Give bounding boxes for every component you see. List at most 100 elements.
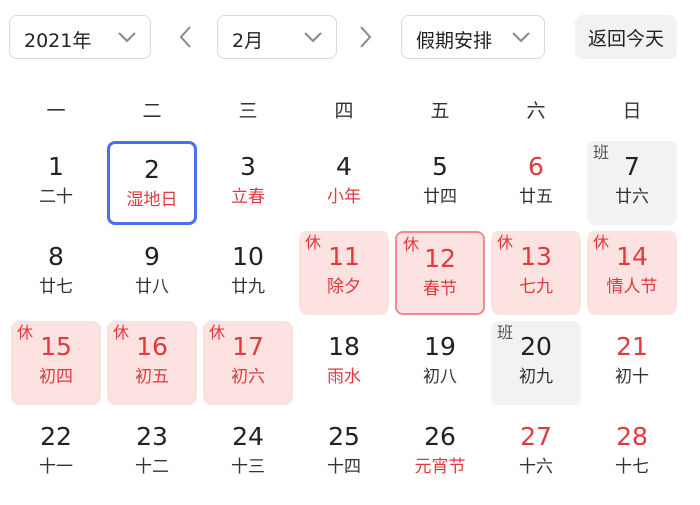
weekday-label: 一 [46,100,66,122]
holiday-mode-select[interactable]: 假期安排 [401,15,545,59]
day-cell[interactable]: 休 15 初四 [11,321,101,405]
lunar-label: 初十 [615,367,649,387]
day-cell[interactable]: 25 十四 [299,411,389,495]
weekday-label: 三 [238,100,258,122]
day-number: 2 [144,155,160,184]
day-cell[interactable]: 23 十二 [107,411,197,495]
prev-month-icon[interactable] [171,22,201,52]
lunar-label: 元宵节 [414,457,466,477]
lunar-label: 立春 [231,187,265,207]
lunar-label: 湿地日 [126,190,178,210]
lunar-label: 廿九 [231,277,265,297]
day-number: 26 [424,422,456,451]
day-cell[interactable]: 21 初十 [587,321,677,405]
lunar-label: 雨水 [327,367,361,387]
day-number: 18 [328,332,360,361]
lunar-label: 十六 [519,457,553,477]
day-number: 14 [616,242,648,271]
lunar-label: 情人节 [606,277,658,297]
calendar-toolbar: 2021年 2月 假期安排 返回今天 [0,0,700,70]
day-cell[interactable]: 19 初八 [395,321,485,405]
day-number: 6 [528,152,544,181]
day-cell[interactable]: 休 16 初五 [107,321,197,405]
lunar-label: 十二 [135,457,169,477]
lunar-label: 初九 [519,367,553,387]
holiday-mode-value: 假期安排 [416,30,493,52]
lunar-label: 廿七 [39,277,73,297]
day-number: 19 [424,332,456,361]
day-number: 27 [520,422,552,451]
lunar-label: 小年 [327,187,361,207]
weekday-label: 四 [334,100,354,122]
day-cell[interactable]: 26 元宵节 [395,411,485,495]
chevron-down-icon [512,32,530,43]
day-cell[interactable]: 22 十一 [11,411,101,495]
day-number: 8 [48,242,64,271]
day-number: 24 [232,422,264,451]
lunar-label: 初八 [423,367,457,387]
month-select[interactable]: 2月 [217,15,337,59]
lunar-label: 初四 [39,367,73,387]
day-cell[interactable]: 休 17 初六 [203,321,293,405]
day-cell[interactable]: 班 7 廿六 [587,141,677,225]
day-cell[interactable]: 4 小年 [299,141,389,225]
day-number: 15 [40,332,72,361]
lunar-label: 除夕 [327,277,361,297]
day-number: 3 [240,152,256,181]
day-cell[interactable]: 2 湿地日 [107,141,197,225]
lunar-label: 十三 [231,457,265,477]
lunar-label: 初六 [231,367,265,387]
day-cell[interactable]: 休 14 情人节 [587,231,677,315]
day-cell[interactable]: 28 十七 [587,411,677,495]
lunar-label: 十一 [39,457,73,477]
month-select-value: 2月 [232,30,264,52]
day-cell[interactable]: 9 廿八 [107,231,197,315]
day-number: 17 [232,332,264,361]
day-cell[interactable]: 休 13 七九 [491,231,581,315]
day-cell[interactable]: 5 廿四 [395,141,485,225]
day-number: 16 [136,332,168,361]
lunar-label: 廿八 [135,277,169,297]
day-cell[interactable]: 10 廿九 [203,231,293,315]
day-number: 7 [624,152,640,181]
day-number: 11 [328,242,360,271]
day-number: 10 [232,242,264,271]
lunar-label: 廿六 [615,187,649,207]
next-month-icon[interactable] [350,22,380,52]
day-cell[interactable]: 1 二十 [11,141,101,225]
day-number: 25 [328,422,360,451]
lunar-label: 十四 [327,457,361,477]
day-number: 21 [616,332,648,361]
lunar-label: 十七 [615,457,649,477]
day-number: 5 [432,152,448,181]
day-cell[interactable]: 3 立春 [203,141,293,225]
day-number: 1 [48,152,64,181]
day-number: 22 [40,422,72,451]
chevron-down-icon [304,32,322,43]
day-number: 9 [144,242,160,271]
lunar-label: 二十 [39,187,73,207]
chevron-down-icon [118,32,136,43]
day-number: 28 [616,422,648,451]
back-to-today-button[interactable]: 返回今天 [575,15,677,59]
lunar-label: 初五 [135,367,169,387]
day-number: 4 [336,152,352,181]
lunar-label: 春节 [423,279,457,299]
day-cell[interactable]: 休 11 除夕 [299,231,389,315]
lunar-label: 廿五 [519,187,553,207]
day-number: 23 [136,422,168,451]
weekday-label: 六 [526,100,546,122]
day-cell[interactable]: 27 十六 [491,411,581,495]
weekday-label: 五 [430,100,450,122]
day-cell[interactable]: 休 12 春节 [395,231,485,315]
day-cell[interactable]: 班 20 初九 [491,321,581,405]
weekday-label: 日 [622,100,642,122]
year-select[interactable]: 2021年 [9,15,151,59]
day-cell[interactable]: 18 雨水 [299,321,389,405]
day-cell[interactable]: 6 廿五 [491,141,581,225]
day-cell[interactable]: 8 廿七 [11,231,101,315]
day-number: 12 [424,244,456,273]
day-number: 13 [520,242,552,271]
lunar-label: 七九 [519,277,553,297]
day-cell[interactable]: 24 十三 [203,411,293,495]
